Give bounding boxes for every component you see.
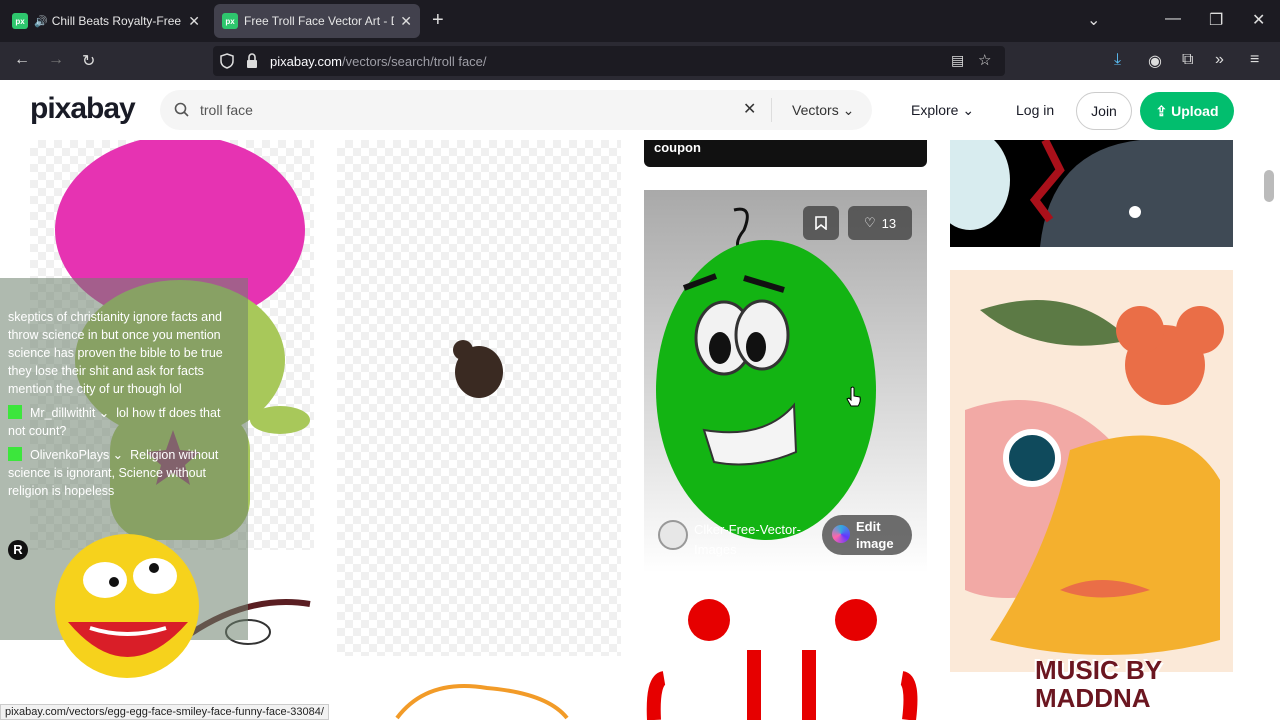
result-ad-coupon[interactable]: coupon [644,140,927,167]
browser-tab-strip: px 🔊 Chill Beats Royalty-Free Rad ✕ px F… [0,0,1280,42]
overflow-menu-icon[interactable]: » [1215,51,1224,69]
chat-message: Mr_dillwithit ⌄ lol how tf does that not… [8,405,221,438]
result-red-face[interactable] [644,590,927,720]
tab-troll-face[interactable]: px Free Troll Face Vector Art - Dow ✕ [214,4,420,38]
like-count: 13 [881,215,897,231]
upload-button[interactable]: ⇪ Upload [1140,92,1234,130]
lock-icon[interactable] [245,53,259,69]
chat-message: OlivenkoPlays ⌄ Religion without science… [8,447,219,498]
shield-icon[interactable] [219,53,235,69]
like-button[interactable]: ♡ 13 [848,206,912,240]
search-icon [174,102,189,117]
close-tab-icon[interactable]: ✕ [400,13,412,30]
pixabay-logo[interactable]: pixabay [30,92,136,126]
result-egg-face[interactable]: ♡ 13 Clker-Free-Vector-Images Edit image [644,190,927,573]
edit-logo-icon [832,525,850,543]
browser-nav-bar: ← → ↻ pixabay.com/vectors/search/troll f… [0,42,1280,80]
small-figure-image [453,340,503,398]
result-small-figure[interactable] [337,140,621,656]
login-link[interactable]: Log in [1016,102,1054,118]
media-type-select[interactable]: Vectors ⌄ [792,102,854,119]
result-orange-scribble[interactable] [337,678,621,720]
abstract-face-image [965,300,1224,655]
search-divider [771,98,772,122]
search-input[interactable]: troll face [200,102,253,118]
chat-message: skeptics of christianity ignore facts an… [8,310,223,396]
extensions-icon[interactable]: ⧉ [1182,51,1193,69]
speaker-icon[interactable]: 🔊 [34,15,48,28]
orange-scribble-image [395,684,569,720]
search-bar[interactable]: troll face ✕ Vectors ⌄ [160,90,872,130]
save-bookmark-button[interactable] [803,206,839,240]
bookmark-icon [815,216,827,230]
hand-cursor-icon [846,386,861,407]
user-badge-icon [8,447,22,461]
reload-button[interactable]: ↻ [82,51,95,71]
tab-chill-beats[interactable]: px 🔊 Chill Beats Royalty-Free Rad ✕ [4,4,208,38]
new-tab-button[interactable]: + [432,9,444,32]
heart-icon: ♡ [863,215,876,230]
red-face-image [646,599,918,720]
link-status-bar: pixabay.com/vectors/egg-egg-face-smiley-… [0,704,329,720]
clear-search-icon[interactable]: ✕ [743,99,756,119]
list-tabs-icon[interactable]: ⌄ [1087,10,1100,30]
join-button[interactable]: Join [1076,92,1132,130]
pixabay-favicon-icon: px [12,13,28,29]
dragon-art-image [950,140,1233,247]
back-button[interactable]: ← [14,51,30,69]
author-avatar[interactable] [658,520,688,550]
user-badge-icon [8,405,22,419]
music-watermark: MUSIC BY MADDNA [1035,655,1162,713]
tab-title: Chill Beats Royalty-Free Rad [51,14,183,28]
close-tab-icon[interactable]: ✕ [188,13,200,30]
downloads-icon[interactable]: ⤓ [1114,51,1121,69]
pixabay-page: pixabay troll face ✕ Vectors ⌄ Explore ⌄… [0,80,1280,720]
result-dragon-art[interactable] [950,140,1233,247]
scrollbar-thumb[interactable] [1264,170,1274,202]
laughing-emoji-overlay [55,534,199,678]
account-icon[interactable]: ◉ [1148,51,1162,71]
author-name[interactable]: Clker-Free-Vector-Images [694,520,814,560]
pixabay-favicon-icon: px [222,13,238,29]
url-text[interactable]: pixabay.com/vectors/search/troll face/ [270,54,487,69]
result-abstract-face[interactable] [950,270,1233,672]
close-window-button[interactable]: ✕ [1252,10,1265,30]
coupon-text: coupon [654,140,701,155]
chat-user-avatar[interactable]: R [8,540,28,560]
minimize-button[interactable]: — [1165,10,1181,28]
bookmark-star-icon[interactable]: ☆ [978,51,991,69]
maximize-button[interactable]: ❐ [1209,10,1223,30]
address-bar[interactable]: pixabay.com/vectors/search/troll face/ ▤… [213,46,1005,76]
app-menu-icon[interactable]: ≡ [1250,51,1259,69]
explore-menu[interactable]: Explore ⌄ [911,102,974,119]
edit-image-button[interactable]: Edit image [822,515,912,555]
tab-title: Free Troll Face Vector Art - Dow [244,14,394,28]
forward-button[interactable]: → [48,51,64,69]
reader-view-icon[interactable]: ▤ [951,52,964,69]
